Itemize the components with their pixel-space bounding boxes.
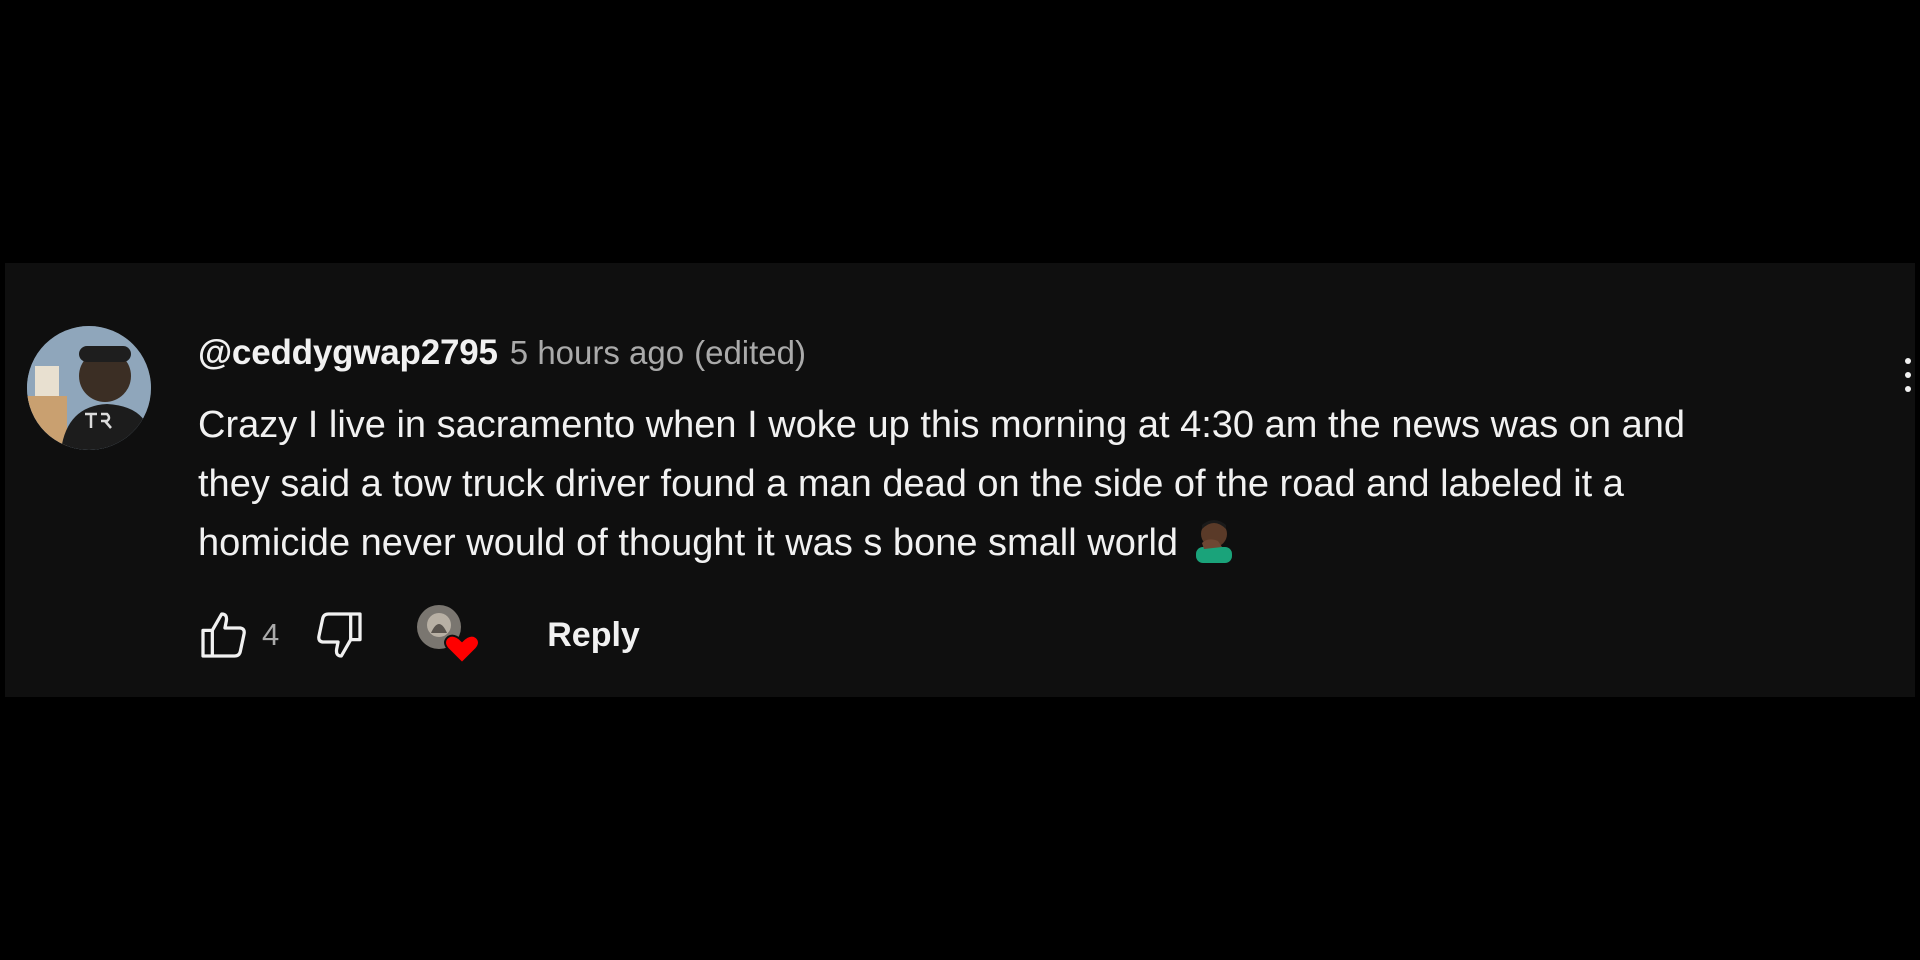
edited-label: (edited) [694,334,806,371]
more-vertical-icon[interactable] [1901,358,1915,410]
comment-text-line: Crazy I live in sacramento when I woke u… [198,404,1685,446]
comment-text-fragment: homicide never would of thought it was s… [198,522,1179,564]
thumbs-up-icon [201,612,246,658]
comment-text-line: they said a tow truck driver found a man… [198,463,1624,505]
comment-timestamp[interactable]: 5 hours ago [510,334,684,372]
comment-actions: 4 Reply [194,605,640,665]
comment-text: Crazy I live in sacramento when I woke u… [198,396,1878,573]
like-button[interactable] [194,605,254,665]
creator-heart-icon [417,605,481,665]
comment-author[interactable]: @ceddygwap2795 [198,333,498,373]
man-facepalming-emoji [1192,517,1236,563]
like-count: 4 [262,617,280,652]
comment-thread: @ceddygwap2795 5 hours ago (edited) Craz… [5,263,1915,697]
reply-button[interactable]: Reply [547,608,640,663]
comment-text-line: homicide never would of thought it was s… [198,514,1878,573]
creator-heart-badge [415,603,485,667]
avatar-image [27,326,151,450]
comment-header: @ceddygwap2795 5 hours ago (edited) [198,333,806,381]
thumbs-down-icon [317,612,362,658]
avatar[interactable] [27,326,151,450]
dislike-button[interactable] [309,605,369,665]
